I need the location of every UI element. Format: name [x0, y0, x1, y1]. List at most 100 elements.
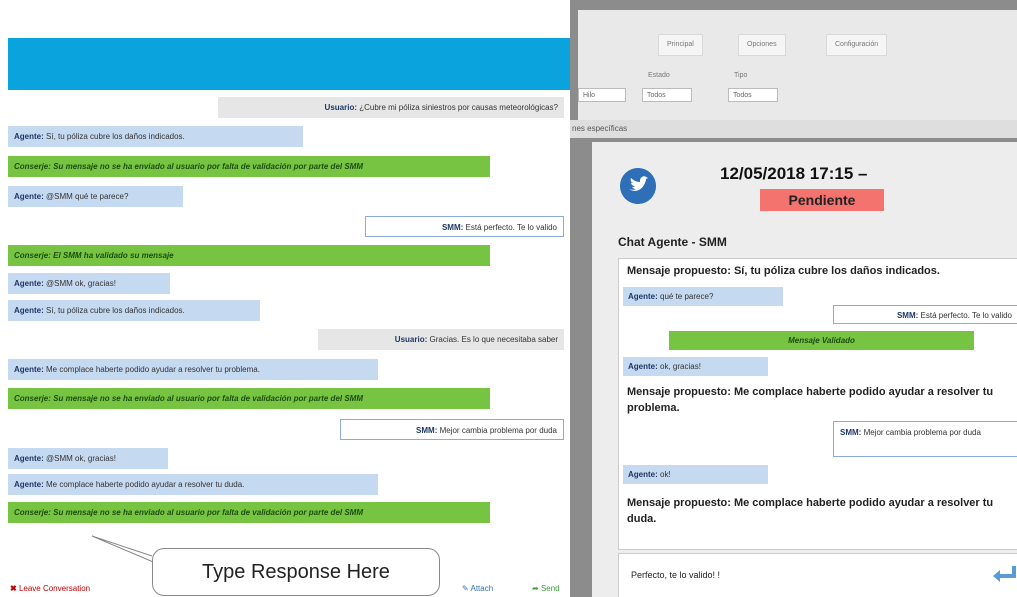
chat-message-agent: Agente: @SMM ok, gracias! [8, 448, 168, 469]
chat-message-agent: Agente: Sí, tu póliza cubre los daños in… [8, 126, 303, 147]
message-speaker: Agente: [14, 480, 44, 489]
message-text: ok, gracias! [660, 362, 701, 371]
dropdown-value: Todos [733, 92, 752, 99]
message-text: Sí, tu póliza cubre los daños indicados. [46, 306, 185, 315]
dropdown-value: Hilo [583, 92, 596, 99]
ribbon-tab[interactable]: Configuración [826, 34, 888, 56]
message-text: Su mensaje no se ha enviado al usuario p… [53, 508, 363, 517]
message-text: Mejor cambia problema por duda [439, 426, 557, 435]
send-icon: ➦ [532, 584, 539, 593]
chat-window: Usuario: ¿Cubre mi póliza siniestros por… [0, 0, 570, 597]
chat-message-agent: Agente: Me complace haberte podido ayuda… [8, 359, 378, 380]
message-speaker: SMM: [441, 223, 464, 232]
chat-header-bar [8, 38, 570, 90]
dropdown-tipo[interactable]: Todos [728, 88, 778, 102]
message-text: Está perfecto. Te lo valido [920, 311, 1012, 320]
attach-label: Attach [470, 584, 494, 593]
admin-panel: Principal Opciones Configuración Estado … [570, 0, 1017, 597]
message-speaker: Conserje: [14, 162, 51, 171]
close-x-icon: ✖ [10, 584, 17, 593]
chat-message-conserje: Conserje: Su mensaje no se ha enviado al… [8, 156, 490, 177]
attach-icon: ✎ [462, 584, 469, 593]
message-text: Mejor cambia problema por duda [863, 428, 981, 437]
ribbon: Principal Opciones Configuración Estado … [578, 10, 1017, 120]
message-speaker: Agente: [628, 292, 658, 301]
message-text: ok! [660, 470, 671, 479]
message-text: Me complace haberte podido ayudar a reso… [46, 480, 245, 489]
chat-message-agent: Agente: @SMM ok, gracias! [8, 273, 170, 294]
conversation-detail-panel: 12/05/2018 17:15 – Pendiente Chat Agente… [592, 142, 1017, 597]
chat-message-agent: Agente: ok! [623, 465, 768, 484]
message-text: Está perfecto. Te lo valido [465, 223, 557, 232]
reply-text: Perfecto, te lo valido! ! [631, 570, 721, 580]
send-button[interactable]: ➦ Send [532, 584, 560, 593]
message-text: Su mensaje no se ha enviado al usuario p… [53, 162, 363, 171]
field-label: Estado [648, 72, 670, 79]
field-label: Tipo [734, 72, 748, 79]
dropdown-0[interactable]: Hilo [578, 88, 626, 102]
chat-title: Chat Agente - SMM [618, 235, 727, 249]
message-speaker: Agente: [14, 192, 44, 201]
message-speaker: Agente: [628, 362, 658, 371]
chat-message-smm: SMM: Está perfecto. Te lo valido [833, 305, 1017, 324]
message-text: El SMM ha validado su mensaje [53, 251, 174, 260]
section-strip: nes específicas [570, 120, 1017, 138]
chat-message-conserje: Conserje: Su mensaje no se ha enviado al… [8, 502, 490, 523]
proposed-message: Mensaje propuesto: Sí, tu póliza cubre l… [627, 265, 940, 277]
chat-message-smm: SMM: Mejor cambia problema por duda [340, 419, 564, 440]
message-speaker: SMM: [416, 426, 438, 435]
chat-message-agent: Agente: @SMM qué te parece? [8, 186, 183, 207]
message-text: Su mensaje no se ha enviado al usuario p… [53, 394, 363, 403]
dropdown-estado[interactable]: Todos [642, 88, 692, 102]
chat-message-user: Usuario: ¿Cubre mi póliza siniestros por… [218, 97, 564, 118]
chat-message-agent: Agente: qué te parece? [623, 287, 783, 306]
send-arrow-icon[interactable] [989, 560, 1017, 590]
callout-text: Type Response Here [202, 561, 390, 583]
send-label: Send [540, 584, 560, 593]
attach-button[interactable]: ✎ Attach [462, 584, 493, 593]
message-text: @SMM qué te parece? [46, 192, 129, 201]
message-text: Sí, tu póliza cubre los daños indicados. [46, 132, 185, 141]
chat-message-user: Usuario: Gracias. Es lo que necesitaba s… [318, 329, 564, 350]
message-speaker: SMM: [840, 428, 862, 437]
chat-message-agent: Agente: Sí, tu póliza cubre los daños in… [8, 300, 260, 321]
message-speaker: Usuario: [324, 103, 357, 112]
message-speaker: Conserje: [14, 251, 51, 260]
proposed-message: Mensaje propuesto: Me complace haberte p… [627, 497, 994, 525]
ribbon-tab[interactable]: Opciones [738, 34, 786, 56]
type-response-callout[interactable]: Type Response Here [152, 548, 440, 596]
chat-message-conserje: Conserje: Su mensaje no se ha enviado al… [8, 388, 490, 409]
chat-message-agent: Agente: Me complace haberte podido ayuda… [8, 474, 378, 495]
chat-message-conserje: Conserje: El SMM ha validado su mensaje [8, 245, 490, 266]
leave-label: Leave Conversation [18, 584, 91, 593]
message-speaker: Agente: [14, 279, 44, 288]
message-text: Me complace haberte podido ayudar a reso… [46, 365, 260, 374]
ribbon-tab[interactable]: Principal [658, 34, 703, 56]
tab-label: Principal [667, 41, 694, 48]
status-badge: Pendiente [760, 189, 884, 211]
message-speaker: Agente: [14, 365, 44, 374]
chat-box: Mensaje propuesto: Sí, tu póliza cubre l… [618, 258, 1017, 550]
message-text: qué te parece? [660, 292, 714, 301]
message-speaker: Agente: [14, 132, 44, 141]
twitter-bird-icon [620, 168, 656, 204]
message-speaker: Agente: [628, 470, 658, 479]
message-speaker: Usuario: [394, 335, 428, 344]
conversation-datetime: 12/05/2018 17:15 – [720, 164, 868, 183]
chat-message-smm: SMM: Mejor cambia problema por duda [833, 421, 1017, 457]
proposed-message: Mensaje propuesto: Me complace haberte p… [627, 386, 994, 414]
message-text: Gracias. Es lo que necesitaba saber [429, 335, 558, 344]
dropdown-value: Todos [647, 92, 666, 99]
message-text: @SMM ok, gracias! [46, 454, 116, 463]
message-speaker: Conserje: [14, 394, 51, 403]
chat-message-agent: Agente: ok, gracias! [623, 357, 768, 376]
message-speaker: Conserje: [14, 508, 51, 517]
chat-message-smm: SMM: Está perfecto. Te lo valido [365, 216, 564, 237]
message-speaker: SMM: [896, 311, 919, 320]
validated-banner: Mensaje Validado [669, 331, 974, 350]
tab-label: Opciones [747, 41, 777, 48]
tab-label: Configuración [835, 41, 879, 48]
leave-conversation-link[interactable]: ✖ Leave Conversation [10, 584, 90, 593]
message-speaker: Agente: [14, 454, 44, 463]
reply-input[interactable]: Perfecto, te lo valido! ! [618, 553, 1017, 597]
